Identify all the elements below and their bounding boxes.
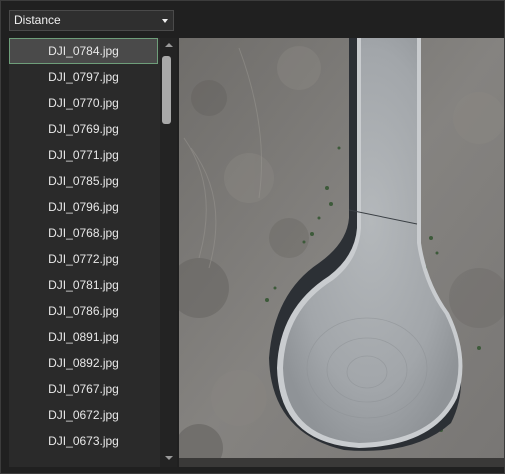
image-list-item[interactable]: DJI_0781.jpg	[9, 272, 158, 298]
image-list-item[interactable]: DJI_0786.jpg	[9, 298, 158, 324]
image-filename: DJI_0785.jpg	[48, 174, 119, 188]
image-filename: DJI_0784.jpg	[48, 44, 119, 58]
image-list-item[interactable]: DJI_0768.jpg	[9, 220, 158, 246]
image-filename: DJI_0768.jpg	[48, 226, 119, 240]
image-filename: DJI_0771.jpg	[48, 148, 119, 162]
image-list-item[interactable]: DJI_0767.jpg	[9, 376, 158, 402]
image-list-item[interactable]: DJI_0785.jpg	[9, 168, 158, 194]
scroll-down-arrow-icon[interactable]	[165, 456, 173, 460]
image-filename: DJI_0892.jpg	[48, 356, 119, 370]
image-filename: DJI_0673.jpg	[48, 434, 119, 448]
image-filename: DJI_0786.jpg	[48, 304, 119, 318]
image-preview	[179, 38, 504, 467]
image-filename: DJI_0769.jpg	[48, 122, 119, 136]
image-list-item[interactable]: DJI_0772.jpg	[9, 246, 158, 272]
scrollbar-thumb[interactable]	[162, 56, 171, 124]
aerial-photo-preview	[179, 38, 504, 467]
list-scrollbar[interactable]	[160, 38, 177, 467]
image-list-item[interactable]: DJI_0892.jpg	[9, 350, 158, 376]
image-list-item[interactable]: DJI_0796.jpg	[9, 194, 158, 220]
image-list-panel: DJI_0784.jpg DJI_0797.jpg DJI_0770.jpg D…	[9, 38, 177, 467]
scroll-up-arrow-icon[interactable]	[165, 43, 173, 47]
image-list-item[interactable]: DJI_0891.jpg	[9, 324, 158, 350]
image-list-item[interactable]: DJI_0771.jpg	[9, 142, 158, 168]
image-filename: DJI_0770.jpg	[48, 96, 119, 110]
image-filename: DJI_0891.jpg	[48, 330, 119, 344]
image-list-item-selected[interactable]: DJI_0784.jpg	[9, 38, 158, 64]
image-filename: DJI_0797.jpg	[48, 70, 119, 84]
image-filename: DJI_0781.jpg	[48, 278, 119, 292]
sort-dropdown[interactable]: Distance	[9, 10, 174, 31]
sort-dropdown-value: Distance	[14, 13, 61, 27]
image-list-item[interactable]: DJI_0672.jpg	[9, 402, 158, 428]
chevron-down-icon[interactable]	[162, 19, 168, 23]
image-list-item[interactable]: DJI_0673.jpg	[9, 428, 158, 454]
image-list[interactable]: DJI_0784.jpg DJI_0797.jpg DJI_0770.jpg D…	[9, 38, 158, 467]
photo-edge	[179, 458, 504, 467]
image-list-item-partial[interactable]	[9, 454, 158, 467]
image-filename: DJI_0772.jpg	[48, 252, 119, 266]
image-filename: DJI_0672.jpg	[48, 408, 119, 422]
image-filename: DJI_0796.jpg	[48, 200, 119, 214]
image-filename: DJI_0767.jpg	[48, 382, 119, 396]
image-list-item[interactable]: DJI_0770.jpg	[9, 90, 158, 116]
image-browser-panel: Distance DJI_0784.jpg DJI_0797.jpg DJI_0…	[0, 0, 505, 474]
image-list-item[interactable]: DJI_0769.jpg	[9, 116, 158, 142]
image-list-item[interactable]: DJI_0797.jpg	[9, 64, 158, 90]
